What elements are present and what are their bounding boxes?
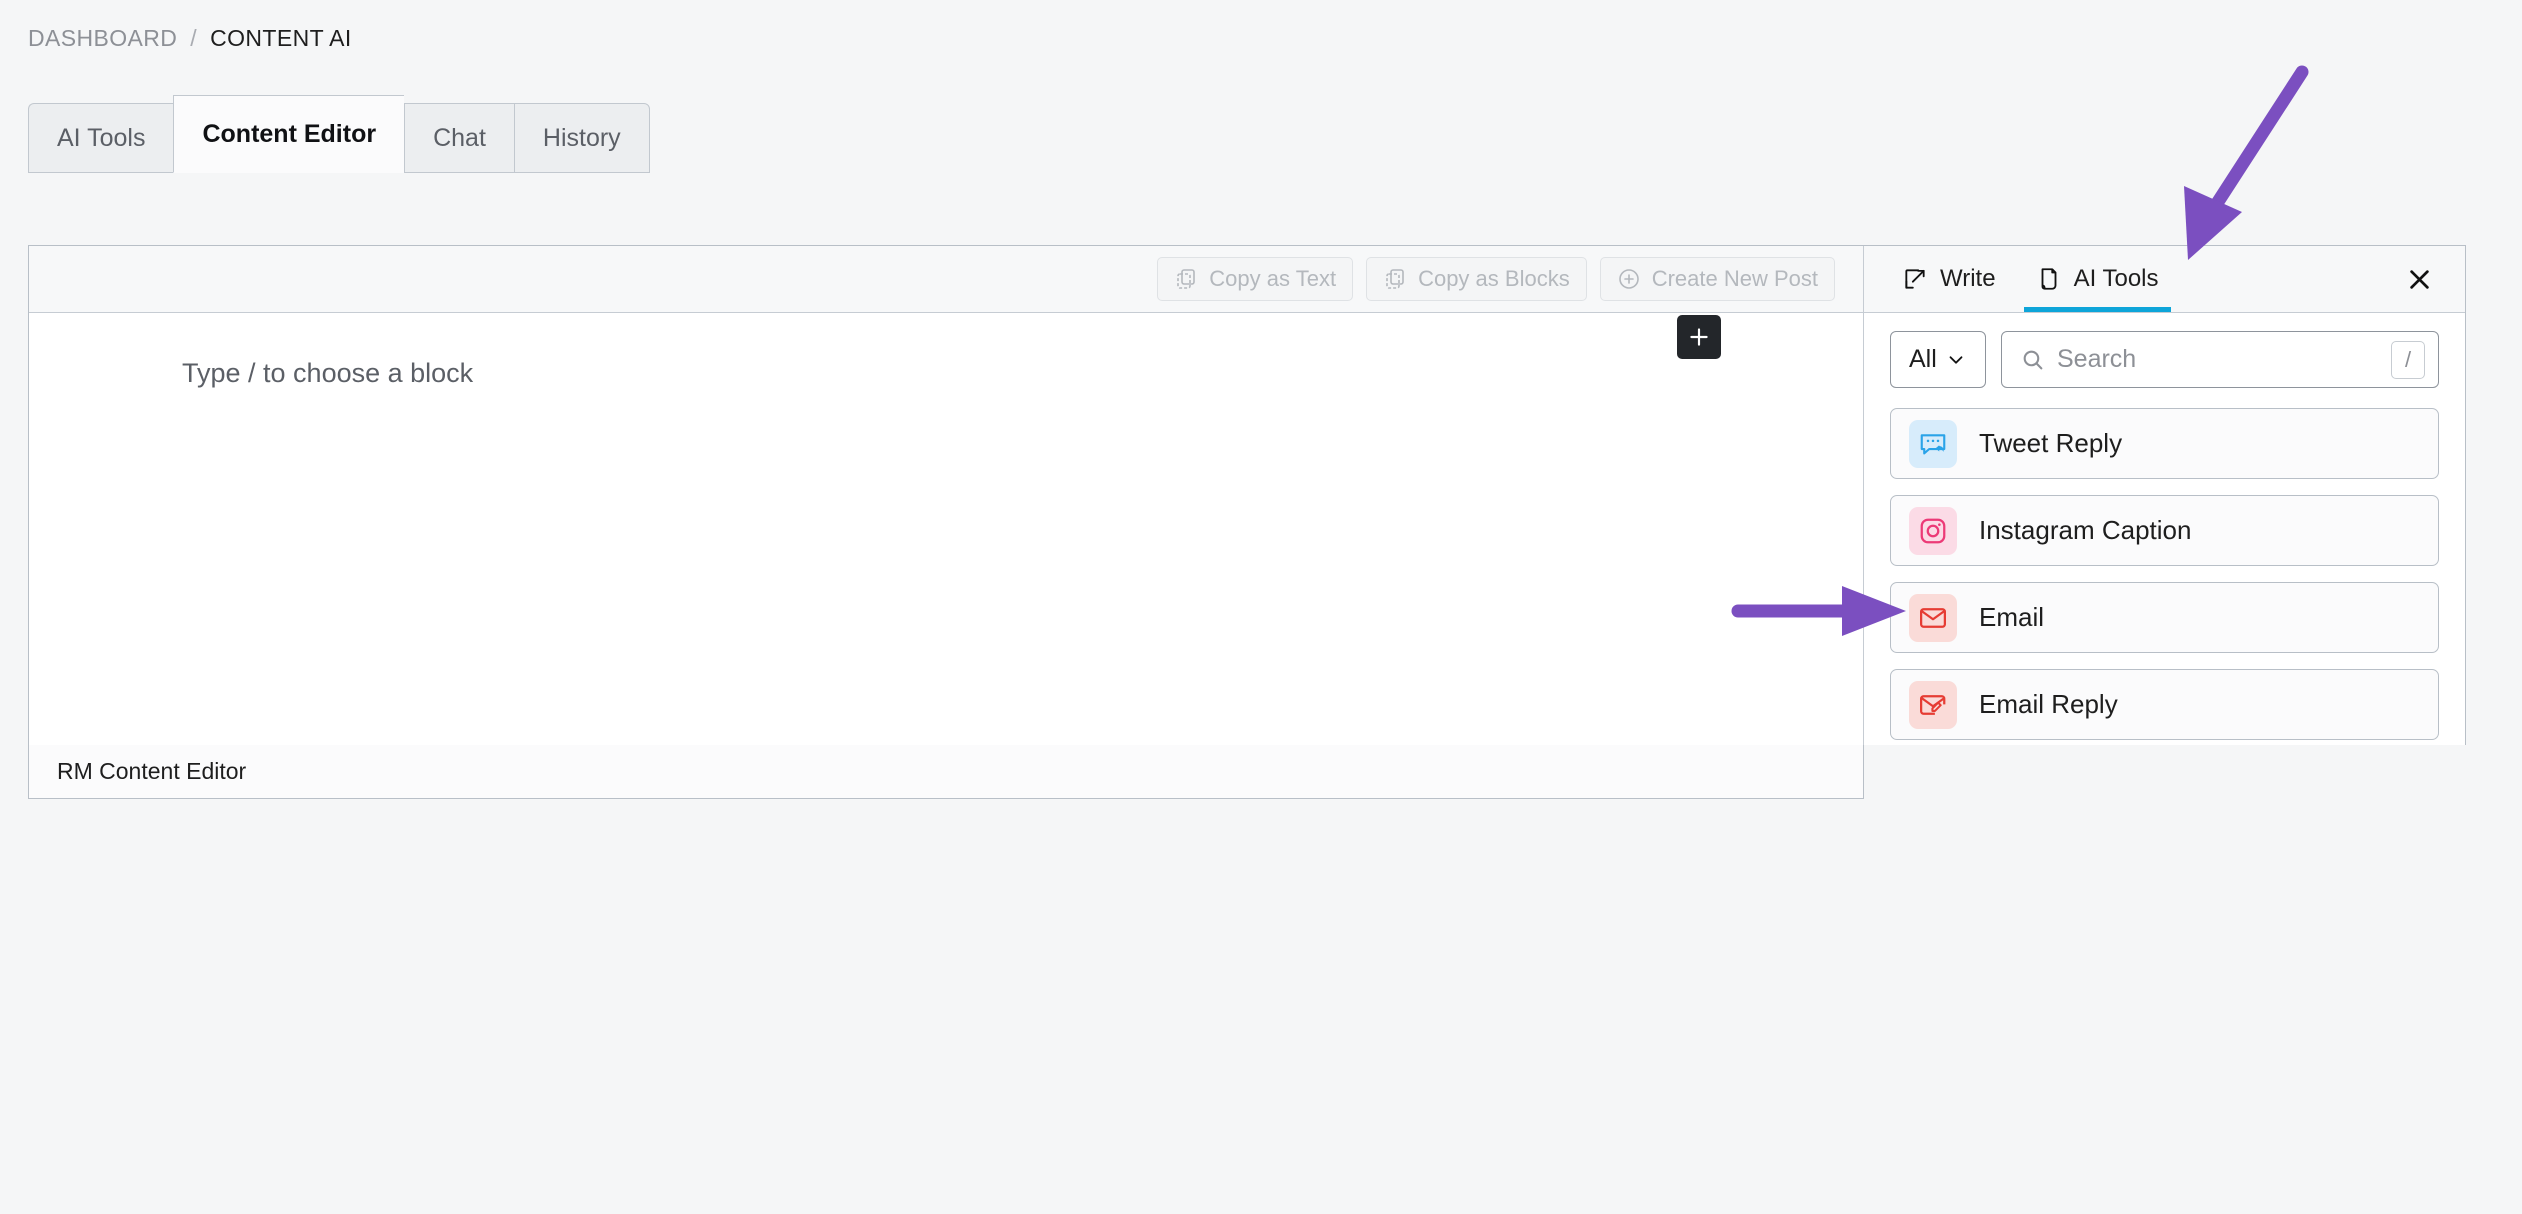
panel-tab-ai-tools[interactable]: AI Tools	[2016, 246, 2179, 312]
breadcrumb-current: CONTENT AI	[210, 24, 352, 51]
editor-canvas[interactable]: Type / to choose a block	[29, 313, 1863, 745]
editor-toolbar: Copy as Text Copy as Blocks Create New P…	[29, 246, 1863, 313]
breadcrumb-root[interactable]: DASHBOARD	[28, 25, 177, 52]
panel-tab-write-label: Write	[1940, 265, 1996, 292]
main-tab-bar: AI Tools Content Editor Chat History	[28, 95, 650, 173]
search-icon	[2020, 347, 2045, 372]
editor-pane: Copy as Text Copy as Blocks Create New P…	[29, 246, 1864, 745]
tool-label: Email Reply	[1979, 689, 2118, 719]
create-new-post-button[interactable]: Create New Post	[1599, 257, 1835, 301]
ai-tool-list: Tweet Reply Instagram Caption Email Emai…	[1890, 408, 2439, 745]
tweet-reply-icon	[1909, 419, 1957, 468]
copy-icon	[1383, 267, 1407, 291]
envelope-icon	[1909, 593, 1957, 642]
copy-as-blocks-button[interactable]: Copy as Blocks	[1366, 257, 1587, 301]
document-ai-icon	[2036, 266, 2062, 292]
tool-label: Email	[1979, 602, 2045, 632]
tool-item-instagram-caption[interactable]: Instagram Caption	[1890, 495, 2439, 566]
instagram-icon	[1909, 506, 1957, 555]
tool-item-email[interactable]: Email	[1890, 582, 2439, 653]
category-filter-select[interactable]: All	[1890, 331, 1986, 388]
tool-filter-row: All Search /	[1890, 331, 2439, 388]
tool-label: Instagram Caption	[1979, 515, 2192, 545]
copy-icon	[1174, 267, 1198, 291]
create-new-post-label: Create New Post	[1651, 266, 1818, 291]
ai-panel-header: Write AI Tools	[1864, 246, 2465, 313]
copy-as-text-label: Copy as Text	[1209, 266, 1337, 291]
tool-item-tweet-reply[interactable]: Tweet Reply	[1890, 408, 2439, 479]
search-shortcut-badge: /	[2391, 340, 2425, 379]
plus-circle-icon	[1617, 267, 1641, 291]
breadcrumb-separator: /	[190, 24, 198, 51]
category-filter-value: All	[1909, 345, 1937, 373]
tab-content-editor[interactable]: Content Editor	[173, 95, 405, 173]
breadcrumb: DASHBOARD / CONTENT AI	[28, 18, 352, 58]
block-placeholder-text[interactable]: Type / to choose a block	[182, 358, 473, 389]
editor-status-label: RM Content Editor	[57, 758, 247, 784]
close-panel-button[interactable]	[2391, 246, 2447, 312]
tool-item-email-reply[interactable]: Email Reply	[1890, 669, 2439, 740]
content-editor-workspace: Copy as Text Copy as Blocks Create New P…	[28, 245, 2466, 799]
tab-chat[interactable]: Chat	[404, 103, 514, 173]
add-block-button[interactable]	[1677, 315, 1721, 359]
tool-label: Tweet Reply	[1979, 428, 2123, 458]
copy-as-text-button[interactable]: Copy as Text	[1157, 257, 1354, 301]
copy-as-blocks-label: Copy as Blocks	[1418, 266, 1570, 291]
ai-panel-body: All Search / Tweet Reply Instagram Capti…	[1864, 313, 2465, 745]
panel-tab-write[interactable]: Write	[1882, 246, 2016, 312]
panel-tab-ai-tools-label: AI Tools	[2073, 265, 2159, 292]
envelope-edit-icon	[1909, 680, 1957, 729]
ai-sidebar-panel: Write AI Tools All Search / Tweet Reply …	[1864, 246, 2465, 745]
chevron-down-icon	[1945, 349, 1967, 371]
tab-ai-tools[interactable]: AI Tools	[28, 103, 174, 173]
editor-status-bar: RM Content Editor	[28, 745, 1864, 799]
tab-history[interactable]: History	[513, 103, 650, 173]
plus-icon	[1686, 324, 1712, 350]
pencil-square-icon	[1902, 266, 1928, 292]
tool-search-field[interactable]: /	[2001, 331, 2439, 388]
workspace-panes: Copy as Text Copy as Blocks Create New P…	[28, 245, 2466, 745]
close-icon	[2406, 266, 2433, 293]
search-input[interactable]	[2057, 345, 2379, 374]
